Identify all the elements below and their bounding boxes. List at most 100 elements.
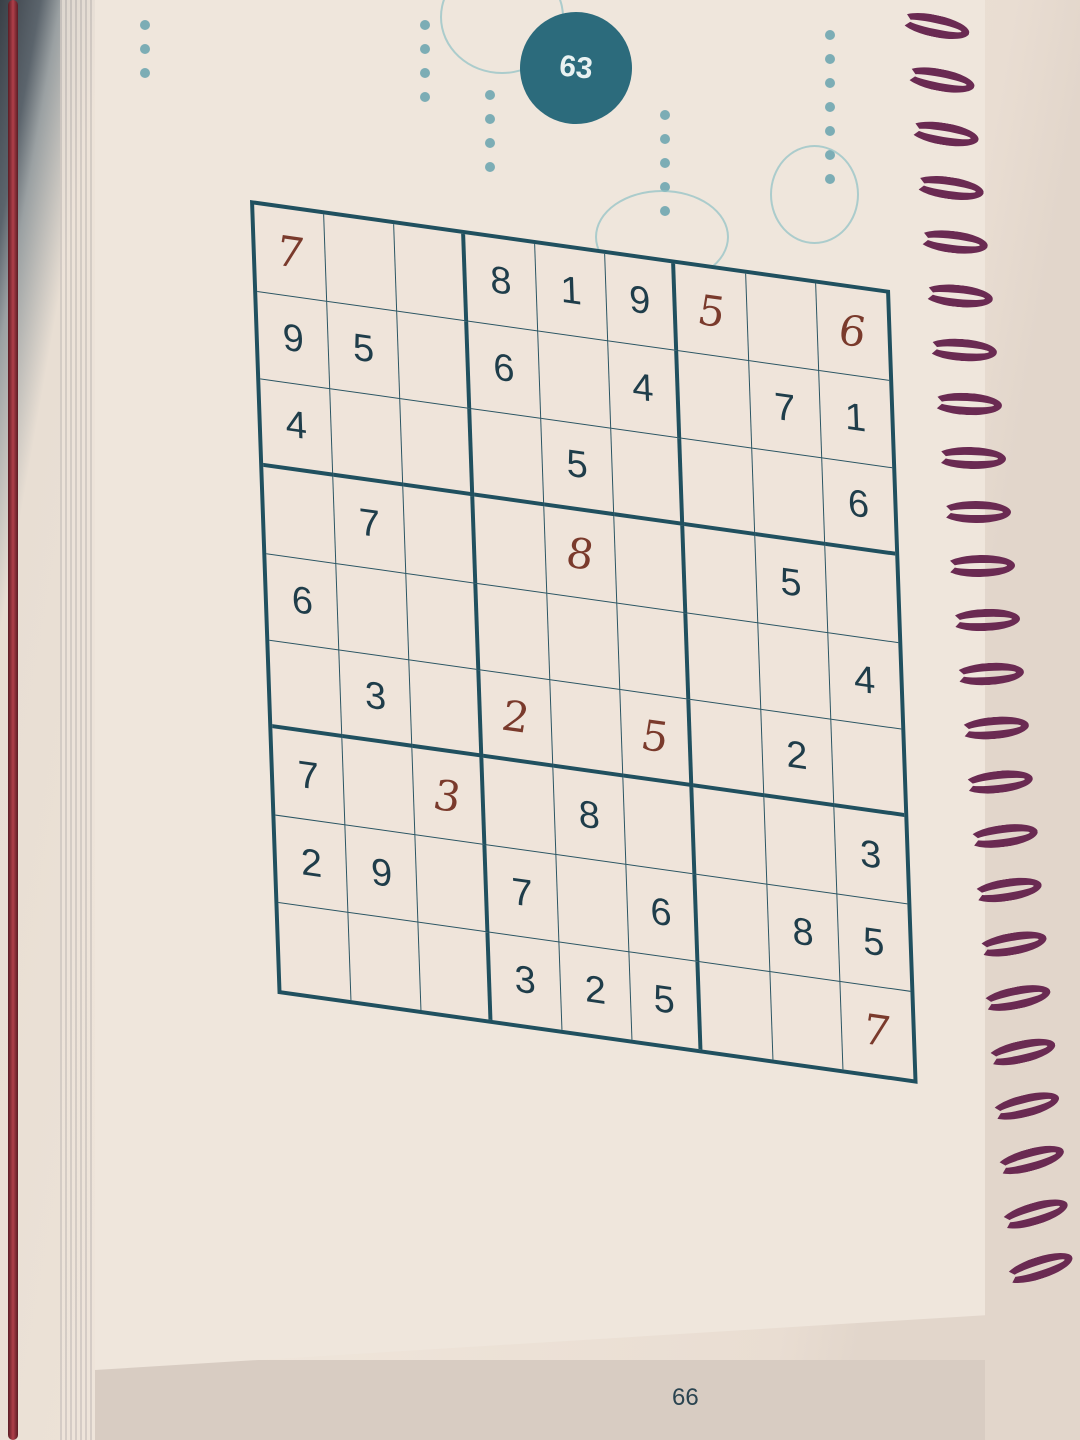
sudoku-cell-r1c3[interactable] [394,224,468,322]
sudoku-cell-r5c2[interactable] [336,563,410,661]
spiral-ring [926,336,998,364]
sudoku-cell-r7c7[interactable] [693,787,767,885]
sudoku-cell-r3c7[interactable] [681,438,755,536]
spiral-ring [997,1193,1071,1235]
spiral-ring [953,660,1025,688]
spiral-ring [962,767,1034,797]
sudoku-cell-r7c2[interactable] [342,738,416,836]
sudoku-cell-r4c6[interactable] [614,515,688,614]
sudoku-cell-r8c2[interactable]: 9 [345,825,419,923]
sudoku-cell-r1c5[interactable]: 1 [535,244,609,342]
sudoku-cell-r4c5[interactable]: 8 [544,505,618,604]
page-stack-bottom [95,1360,985,1440]
sudoku-cell-r2c4[interactable]: 6 [467,321,542,419]
decorative-dots [420,20,430,116]
sudoku-cell-r8c4[interactable]: 7 [486,845,560,943]
sudoku-cell-r2c1[interactable]: 9 [257,291,331,390]
decorative-dots [140,20,150,92]
sudoku-cell-r8c7[interactable] [696,874,770,973]
sudoku-cell-r2c5[interactable] [538,331,612,429]
sudoku-cell-r1c9[interactable]: 6 [815,283,890,381]
sudoku-cell-r8c6[interactable]: 6 [626,865,700,963]
sudoku-cell-r1c4[interactable]: 8 [464,234,539,332]
sudoku-grid: 78195695647145678564325273832976853257 [250,200,918,1084]
sudoku-cell-r3c6[interactable] [611,428,685,526]
spiral-ring [921,281,994,311]
sudoku-cell-r6c6[interactable]: 5 [620,690,694,788]
sudoku-cell-r5c8[interactable] [757,622,832,721]
sudoku-cell-r7c8[interactable] [763,797,838,895]
sudoku-cell-r3c3[interactable] [400,398,474,497]
sudoku-cell-r5c7[interactable] [687,613,761,711]
elastic-band [8,0,18,1440]
sudoku-cell-r7c6[interactable] [623,777,697,875]
sudoku-cell-r3c1[interactable]: 4 [260,379,334,477]
spiral-ring [966,820,1039,852]
sudoku-cell-r6c2[interactable]: 3 [339,651,413,749]
sudoku-cell-r8c8[interactable]: 8 [766,884,841,983]
sudoku-cell-r2c8[interactable]: 7 [748,360,822,459]
sudoku-cell-r1c7[interactable]: 5 [675,263,749,361]
spiral-ring [983,1033,1058,1071]
sudoku-cell-r1c8[interactable] [745,273,819,371]
sudoku-cell-r8c5[interactable] [556,855,630,953]
sudoku-cell-r6c3[interactable] [409,660,484,759]
spiral-ring [992,1140,1067,1180]
spiral-ring [975,927,1048,961]
sudoku-cell-r6c5[interactable] [550,680,624,778]
sudoku-cell-r5c4[interactable] [476,583,551,681]
sudoku-cell-r6c4[interactable]: 2 [479,670,554,768]
sudoku-cell-r4c8[interactable]: 5 [754,535,829,633]
sudoku-cell-r6c7[interactable] [690,700,764,798]
sudoku-cell-r9c8[interactable] [769,972,844,1070]
sudoku-cell-r1c2[interactable] [324,214,398,312]
decorative-dots [485,90,495,186]
spiral-ring [940,500,1011,524]
sudoku-cell-r3c5[interactable]: 5 [541,418,615,516]
sudoku-cell-r2c7[interactable] [678,351,752,449]
sudoku-cell-r3c4[interactable] [470,408,545,506]
sudoku-cell-r5c5[interactable] [547,593,621,691]
sudoku-cell-r5c6[interactable] [617,603,691,701]
sudoku-cell-r7c1[interactable]: 7 [272,728,346,826]
sudoku-cell-r8c1[interactable]: 2 [275,815,349,913]
sudoku-cell-r7c5[interactable]: 8 [553,767,627,866]
sudoku-cell-r7c4[interactable] [483,758,557,856]
sudoku-cell-r4c2[interactable]: 7 [333,476,407,574]
spiral-ring [916,226,990,258]
sudoku-cell-r2c3[interactable] [397,311,471,409]
sudoku-cell-r9c6[interactable]: 5 [629,952,703,1050]
spiral-ring [903,62,976,98]
sudoku-cell-r2c2[interactable]: 5 [327,301,401,399]
sudoku-cell-r2c6[interactable]: 4 [608,341,682,439]
spiral-ring [935,446,1007,470]
sudoku-cell-r6c1[interactable] [269,641,343,739]
sudoku-cell-r9c1[interactable] [278,903,352,1001]
spiral-ring [970,873,1044,907]
sudoku-cell-r9c4[interactable]: 3 [489,932,563,1030]
spiral-ring [907,117,981,151]
sudoku-cell-r9c7[interactable] [699,962,773,1060]
spiral-ring [930,391,1003,417]
sudoku-cell-r7c3[interactable]: 3 [412,748,487,846]
sudoku-cell-r1c6[interactable]: 9 [605,253,679,352]
sudoku-cell-r3c2[interactable] [330,389,404,487]
sudoku-cell-r9c2[interactable] [348,912,422,1011]
decorative-circle [770,145,859,244]
sudoku-cell-r5c3[interactable] [406,573,480,671]
sudoku-cell-r1c1[interactable]: 7 [254,204,328,302]
sudoku-cell-r9c5[interactable]: 2 [559,942,633,1040]
spiral-ring [979,980,1053,1016]
sudoku-cell-r6c8[interactable]: 2 [760,710,835,808]
sudoku-board: 78195695647145678564325273832976853257 [250,200,918,1084]
sudoku-cell-r9c3[interactable] [418,922,493,1021]
sudoku-cell-r4c7[interactable] [684,525,758,623]
sudoku-cell-r4c4[interactable] [473,496,548,594]
sudoku-cell-r4c1[interactable] [263,466,337,564]
sudoku-cell-r3c8[interactable] [751,448,826,546]
spiral-ring [949,607,1020,633]
sudoku-cell-r4c3[interactable] [403,486,477,584]
sudoku-cell-r8c3[interactable] [415,835,490,933]
sudoku-cell-r5c1[interactable]: 6 [266,553,340,652]
spiral-ring [1001,1246,1076,1290]
